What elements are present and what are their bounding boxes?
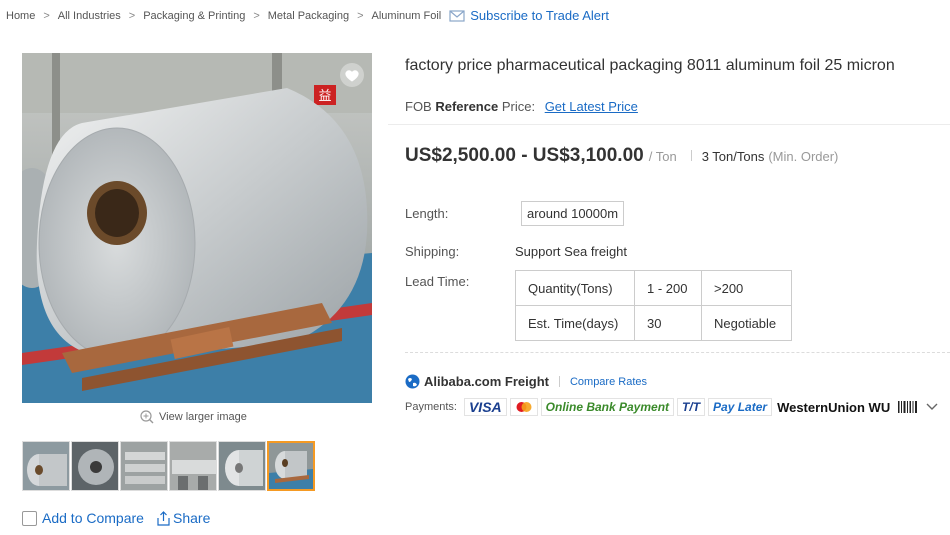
min-order-quantity: 3 Ton/Tons [701,149,765,164]
visa-badge: VISA [463,398,507,416]
thumbnail[interactable] [218,441,266,491]
shipping-label: Shipping: [405,244,460,259]
share-label: Share [173,510,211,526]
separator [690,150,692,161]
table-cell: Negotiable [701,305,792,341]
share-button[interactable]: Share [156,510,210,526]
globe-icon [405,374,420,389]
get-latest-price-link[interactable]: Get Latest Price [545,99,638,114]
boleto-barcode-icon [895,398,921,416]
fob-reference-label: Reference [435,99,499,114]
breadcrumb-packaging-printing[interactable]: Packaging & Printing [143,10,245,22]
lead-time-table: Quantity(Tons) 1 - 200 >200 Est. Time(da… [515,270,792,341]
breadcrumb: Home > All Industries > Packaging & Prin… [6,8,609,23]
thumbnail-active[interactable] [267,441,315,491]
table-cell: Quantity(Tons) [515,270,635,306]
table-cell: >200 [701,270,792,306]
breadcrumb-separator: > [128,9,136,22]
breadcrumb-home[interactable]: Home [6,10,35,22]
payments-row: Payments: VISA Online Bank Payment T/T P… [405,398,939,416]
table-row: Quantity(Tons) 1 - 200 >200 [515,270,792,306]
zoom-in-icon [140,410,154,424]
aluminum-foil-roll-image: 益 [22,53,372,403]
pay-later-badge: Pay Later [708,398,773,416]
breadcrumb-aluminum-foil[interactable]: Aluminum Foil [372,10,442,22]
breadcrumb-separator: > [253,9,260,22]
table-cell: Est. Time(days) [515,305,635,341]
breadcrumb-metal-packaging[interactable]: Metal Packaging [268,10,349,22]
breadcrumb-all-industries[interactable]: All Industries [58,10,121,22]
table-cell: 1 - 200 [634,270,702,306]
heart-icon [345,69,359,82]
fob-reference-price: FOB Reference Price: Get Latest Price [405,99,638,114]
dashed-divider [405,352,950,353]
thumbnail[interactable] [22,441,70,491]
freight-brand: Alibaba.com Freight [424,374,549,389]
price-range: US$2,500.00 - US$3,100.00 [405,145,644,166]
main-product-image[interactable]: 益 [22,53,372,403]
length-option[interactable]: around 10000m [521,201,625,226]
divider [388,124,950,125]
min-order-note: (Min. Order) [768,149,839,164]
mastercard-icon [509,398,538,416]
shipping-value: Support Sea freight [515,244,628,259]
mail-icon [449,9,465,22]
view-larger-image-link[interactable]: View larger image [140,410,247,424]
tt-badge: T/T [677,398,706,416]
price-unit: / Ton [648,149,677,164]
fob-prefix: FOB [405,99,436,114]
breadcrumb-separator: > [357,9,364,22]
thumbnail-strip [22,441,315,491]
compare-rates-link[interactable]: Compare Rates [570,376,647,388]
add-to-compare-label: Add to Compare [42,510,144,526]
price-row: US$2,500.00 - US$3,100.00 / Ton 3 Ton/To… [405,145,838,167]
compare-checkbox[interactable] [22,510,37,526]
subscribe-trade-alert-link[interactable]: Subscribe to Trade Alert [449,8,609,23]
product-title: factory price pharmaceutical packaging 8… [405,57,895,74]
chevron-down-icon[interactable] [925,402,939,412]
breadcrumb-separator: > [43,9,50,22]
length-label: Length: [405,206,449,221]
view-larger-image-label: View larger image [159,411,247,423]
thumbnail[interactable] [120,441,168,491]
fob-price-suffix: Price: [498,99,536,114]
freight-row: Alibaba.com Freight Compare Rates [405,374,647,389]
add-to-compare[interactable]: Add to Compare [22,510,144,526]
svg-text:益: 益 [318,89,331,104]
thumbnail[interactable] [71,441,119,491]
lead-time-label: Lead Time: [405,274,470,289]
favorite-button[interactable] [340,63,364,87]
western-union-badge: WesternUnion WU [777,399,891,415]
table-row: Est. Time(days) 30 Negotiable [515,305,792,341]
table-cell: 30 [634,305,702,341]
online-bank-payment-badge: Online Bank Payment [540,398,675,416]
subscribe-trade-alert-label: Subscribe to Trade Alert [470,8,609,23]
payments-label: Payments: [405,401,457,413]
thumbnail[interactable] [169,441,217,491]
separator [558,376,560,387]
share-icon [157,510,170,526]
